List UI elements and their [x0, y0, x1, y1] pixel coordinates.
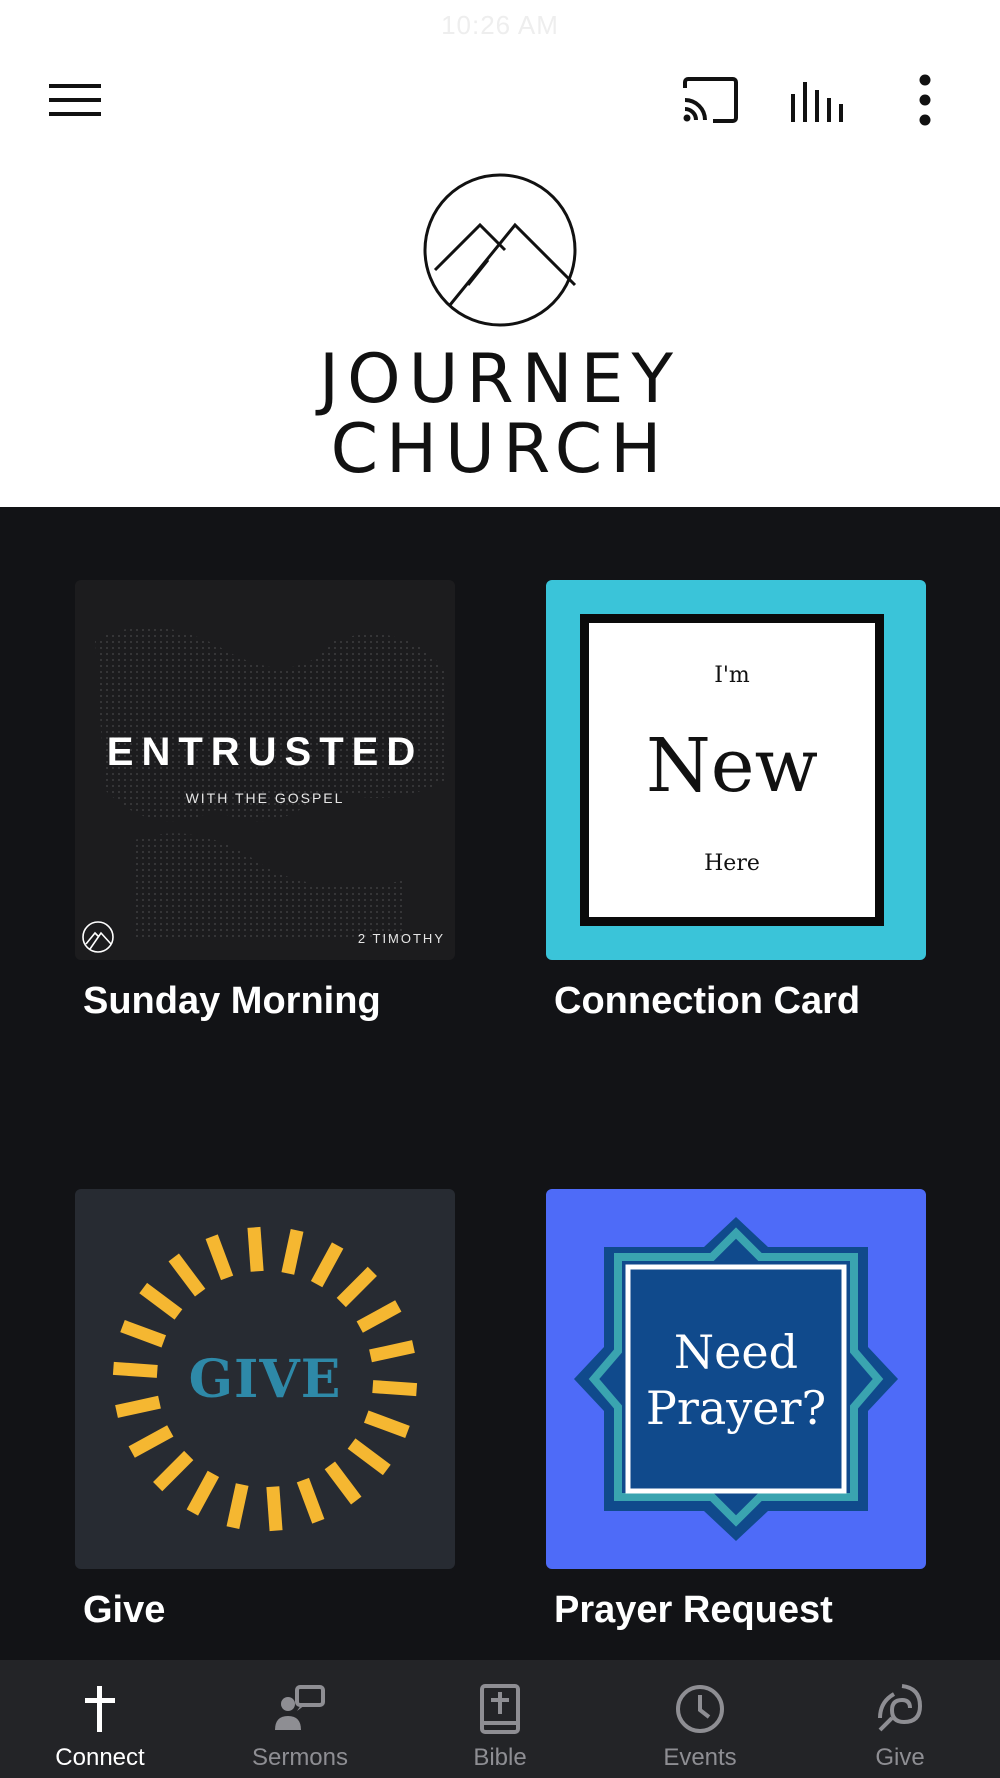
mini-mountain-logo-icon	[82, 921, 114, 953]
connection-card-artwork: I'm New Here	[546, 580, 926, 960]
sunburst-ray	[281, 1229, 304, 1275]
prayer-text: Need Prayer?	[546, 1324, 926, 1436]
cast-icon	[683, 77, 738, 123]
sunburst-ray	[120, 1319, 167, 1348]
hamburger-icon	[49, 84, 101, 116]
give-word: GIVE	[188, 1349, 342, 1410]
audio-button[interactable]	[782, 70, 852, 130]
entrusted-reference: 2 TIMOTHY	[357, 931, 445, 946]
tile-label: Connection Card	[554, 980, 861, 1022]
sunburst-ray	[153, 1450, 194, 1492]
nav-label: Give	[875, 1744, 925, 1771]
sunburst-ray	[128, 1425, 174, 1458]
bible-icon	[473, 1682, 527, 1736]
nav-item-bible[interactable]: Bible	[400, 1660, 600, 1778]
new-here-line2: New	[646, 723, 818, 809]
nav-item-give[interactable]: Give	[800, 1660, 1000, 1778]
nav-item-connect[interactable]: Connect	[0, 1660, 200, 1778]
app-root: 10:26 AM JOURNEY CHURCH ENTRUSTED WITH T…	[0, 0, 1000, 1778]
nav-label: Sermons	[251, 1744, 349, 1771]
nav-label: Events	[663, 1744, 737, 1771]
new-here-frame: I'm New Here	[580, 614, 884, 926]
give-icon	[873, 1682, 927, 1736]
give-artwork: GIVE	[75, 1189, 455, 1569]
sunburst-ray	[266, 1486, 283, 1532]
prayer-line1: Need	[673, 1325, 799, 1379]
bottom-nav: Connect Sermons Bible Events Give	[0, 1660, 1000, 1778]
sunburst-ray	[226, 1483, 249, 1529]
nav-label: Connect	[55, 1744, 145, 1771]
more-vertical-icon	[919, 74, 931, 126]
equalizer-icon	[791, 82, 843, 122]
cast-button[interactable]	[675, 70, 745, 130]
sunburst-ray	[205, 1234, 234, 1281]
sunburst-ray	[324, 1461, 362, 1505]
entrusted-title: ENTRUSTED	[106, 730, 424, 774]
tile-label: Prayer Request	[554, 1589, 833, 1631]
cross-icon	[73, 1682, 127, 1736]
new-here-line3: Here	[704, 851, 760, 876]
sunburst-ray	[139, 1282, 183, 1320]
menu-button[interactable]	[40, 70, 110, 130]
sunburst-ray	[186, 1470, 220, 1516]
sunburst-ray	[296, 1477, 325, 1524]
logo-title-line1: JOURNEY	[319, 340, 681, 419]
sunburst-ray	[347, 1438, 391, 1476]
prayer-request-artwork: Need Prayer?	[546, 1189, 926, 1569]
header: 10:26 AM JOURNEY CHURCH	[0, 0, 1000, 507]
clock-icon	[673, 1682, 727, 1736]
new-here-line1: I'm	[714, 663, 750, 688]
sunburst-ray	[356, 1300, 402, 1333]
church-logo: JOURNEY CHURCH	[300, 170, 700, 489]
mountain-logo-icon	[423, 173, 577, 327]
sunburst-ray	[336, 1266, 377, 1308]
prayer-line2: Prayer?	[645, 1381, 827, 1435]
sunburst-ray	[310, 1242, 344, 1288]
logo-title-line2: CHURCH	[330, 410, 670, 489]
sunburst-ray	[168, 1253, 206, 1297]
sermons-icon	[273, 1682, 327, 1736]
status-time: 10:26 AM	[441, 10, 559, 40]
sunburst-ray	[247, 1226, 264, 1272]
sunday-morning-artwork: ENTRUSTED WITH THE GOSPEL 2 TIMOTHY	[75, 580, 455, 960]
tile-label: Sunday Morning	[83, 980, 381, 1022]
tile-label: Give	[83, 1589, 166, 1631]
nav-label: Bible	[473, 1744, 527, 1771]
more-options-button[interactable]	[890, 70, 960, 130]
entrusted-subtitle: WITH THE GOSPEL	[185, 790, 345, 806]
nav-item-events[interactable]: Events	[600, 1660, 800, 1778]
nav-item-sermons[interactable]: Sermons	[200, 1660, 400, 1778]
sunburst-ray	[363, 1410, 410, 1439]
